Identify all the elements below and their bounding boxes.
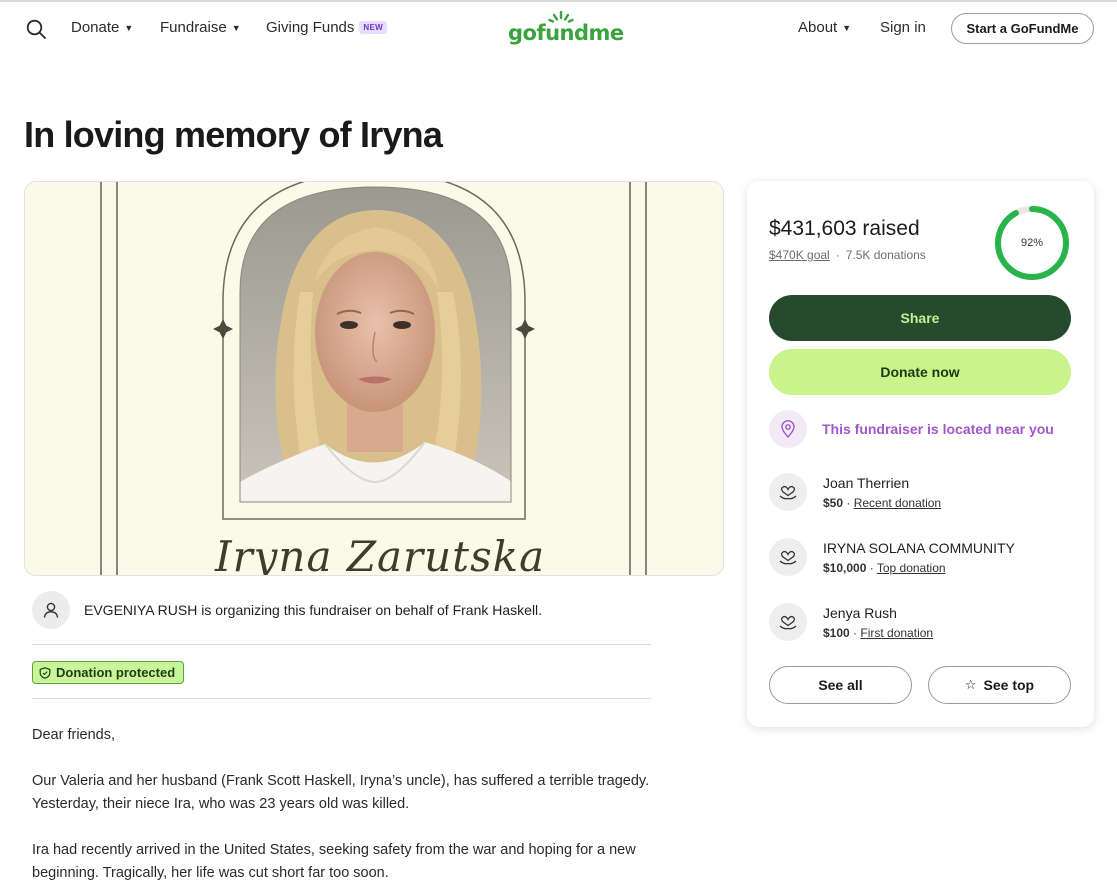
see-top-label: See top: [983, 677, 1035, 693]
donor-tag-link[interactable]: Recent donation: [854, 496, 941, 510]
share-button[interactable]: Share: [769, 295, 1071, 341]
donor-amount: $100: [823, 626, 850, 640]
donate-now-button[interactable]: Donate now: [769, 349, 1071, 395]
donation-protected-label: Donation protected: [56, 665, 176, 680]
progress-percent: 92%: [1020, 237, 1044, 249]
caret-down-icon: ▼: [842, 23, 852, 33]
story-paragraph: Dear friends,: [32, 727, 116, 743]
donor-item: Jenya Rush $100 · First donation: [769, 603, 933, 641]
donor-tag-link[interactable]: Top donation: [877, 561, 946, 575]
heart-hand-icon: [769, 473, 807, 511]
user-icon: [32, 591, 70, 629]
nav-about-label: About: [798, 19, 838, 36]
organizer-row: EVGENIYA RUSH is organizing this fundrai…: [32, 591, 542, 629]
logo-wordmark: gofundme: [508, 21, 624, 45]
donor-name: Joan Therrien: [823, 475, 910, 491]
story-text: Dear friends, Our Valeria and her husban…: [32, 724, 657, 891]
donor-separator: ·: [866, 561, 877, 575]
nav-sign-in-label: Sign in: [880, 19, 926, 36]
donor-tag-link[interactable]: First donation: [860, 626, 933, 640]
shield-icon: [39, 666, 51, 679]
donor-item: Joan Therrien $50 · Recent donation: [769, 473, 941, 511]
nav-about[interactable]: About ▼: [798, 19, 851, 36]
donor-meta: $100 · First donation: [823, 626, 933, 640]
goal-line: $470K goal · 7.5K donations: [769, 248, 926, 262]
donor-separator: ·: [849, 626, 861, 640]
donation-protected-badge[interactable]: Donation protected: [32, 661, 185, 684]
donor-name: IRYNA SOLANA COMMUNITY: [823, 540, 1015, 556]
location-pin-icon: [769, 410, 807, 448]
donation-card: $431,603 raised $470K goal · 7.5K donati…: [747, 181, 1094, 727]
heart-hand-icon: [769, 603, 807, 641]
divider: [32, 698, 651, 699]
story-paragraph: Ira had recently arrived in the United S…: [32, 842, 636, 881]
nav-fundraise[interactable]: Fundraise ▼: [160, 19, 241, 36]
donor-amount: $50: [823, 496, 844, 510]
start-gofundme-button[interactable]: Start a GoFundMe: [951, 13, 1094, 44]
hero-name-text: Iryna Zarutska: [215, 532, 546, 576]
see-all-button[interactable]: See all: [769, 666, 912, 704]
donation-count: 7.5K donations: [845, 248, 926, 262]
nav-giving-funds-label: Giving Funds: [266, 19, 355, 36]
caret-down-icon: ▼: [231, 23, 241, 33]
nav-fundraise-label: Fundraise: [160, 19, 227, 36]
amount-raised: $431,603 raised: [769, 217, 920, 240]
goal-separator: ·: [835, 248, 840, 262]
nav-donate-label: Donate: [71, 19, 120, 36]
location-notice-text: This fundraiser is located near you: [822, 421, 1054, 437]
donor-item: IRYNA SOLANA COMMUNITY $10,000 · Top don…: [769, 538, 1015, 576]
story-paragraph: Our Valeria and her husband (Frank Scott…: [32, 773, 650, 812]
donor-meta: $10,000 · Top donation: [823, 561, 1015, 575]
donor-amount: $10,000: [823, 561, 867, 575]
page-title: In loving memory of Iryna: [24, 114, 443, 155]
see-all-label: See all: [818, 677, 863, 693]
new-badge: NEW: [359, 21, 387, 34]
heart-hand-icon: [769, 538, 807, 576]
donor-meta: $50 · Recent donation: [823, 496, 941, 510]
nav-sign-in[interactable]: Sign in: [880, 19, 926, 36]
caret-down-icon: ▼: [124, 23, 134, 33]
divider: [32, 644, 651, 645]
site-header: Donate ▼ Fundraise ▼ Giving Funds NEW go…: [0, 0, 1117, 58]
see-top-button[interactable]: ☆ See top: [928, 666, 1071, 704]
nav-giving-funds[interactable]: Giving Funds NEW: [266, 19, 387, 36]
location-notice[interactable]: This fundraiser is located near you: [769, 410, 1054, 448]
donor-name: Jenya Rush: [823, 605, 897, 621]
search-icon[interactable]: [25, 18, 47, 40]
donor-separator: ·: [843, 496, 854, 510]
organizer-text: EVGENIYA RUSH is organizing this fundrai…: [84, 602, 543, 618]
nav-donate[interactable]: Donate ▼: [71, 19, 133, 36]
star-icon: ☆: [964, 677, 977, 692]
goal-link[interactable]: $470K goal: [769, 248, 830, 262]
memorial-frame-graphic: [100, 182, 647, 575]
hero-image: Iryna Zarutska: [24, 181, 724, 576]
gofundme-logo[interactable]: gofundme: [508, 11, 624, 47]
